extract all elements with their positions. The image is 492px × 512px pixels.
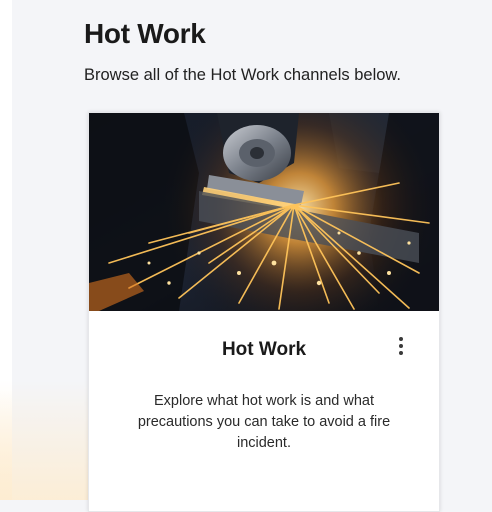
kebab-dot <box>399 351 403 355</box>
card-image[interactable] <box>89 113 439 311</box>
kebab-dot <box>399 344 403 348</box>
channel-card[interactable]: Hot Work Explore what hot work is and wh… <box>88 112 440 512</box>
kebab-dot <box>399 337 403 341</box>
more-vertical-icon[interactable] <box>391 333 411 359</box>
page-subtitle: Browse all of the Hot Work channels belo… <box>84 66 402 84</box>
background-tint <box>0 380 90 500</box>
card-description: Explore what hot work is and what precau… <box>137 393 391 451</box>
card-title[interactable]: Hot Work <box>89 339 439 361</box>
page-title: Hot Work <box>84 18 206 49</box>
